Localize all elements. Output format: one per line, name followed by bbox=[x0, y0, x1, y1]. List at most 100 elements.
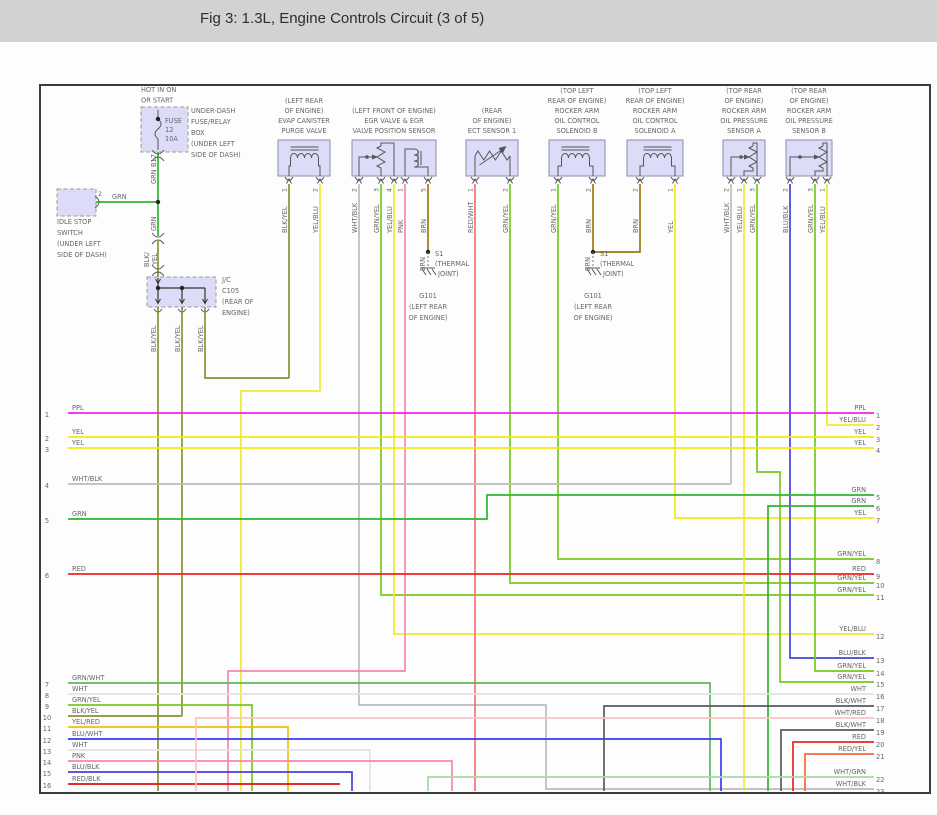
left-wire-label: YEL/RED bbox=[71, 718, 100, 726]
left-wire-number: 11 bbox=[43, 725, 51, 733]
pin-number: 3 bbox=[808, 188, 815, 192]
thermal-joint-label: (THERMAL bbox=[600, 260, 635, 268]
left-wire-label: WHT bbox=[72, 685, 88, 693]
left-wire-label: GRN/YEL bbox=[72, 696, 101, 704]
page: Fig 3: 1.3L, Engine Controls Circuit (3 … bbox=[0, 0, 937, 815]
oil-control-solenoid-a-label: (TOP LEFT bbox=[638, 87, 672, 95]
right-wire-label: WHT bbox=[850, 685, 866, 693]
left-wire-label: BLK/YEL bbox=[72, 707, 99, 715]
wire-color-label: RED/WHT bbox=[467, 200, 475, 233]
right-wire-number: 10 bbox=[876, 582, 884, 590]
right-wire-number: 11 bbox=[876, 594, 884, 602]
pin-number: 2 bbox=[313, 188, 320, 192]
pin-number: 2 bbox=[724, 188, 731, 192]
right-wire-label: YEL bbox=[853, 428, 866, 436]
idle-stop-switch-box bbox=[56, 188, 97, 217]
wire-blu-blk bbox=[68, 771, 353, 791]
oil-control-solenoid-a-label: OIL CONTROL bbox=[632, 117, 677, 125]
oil-pressure-sensor-b-label: ROCKER ARM bbox=[787, 107, 832, 115]
oil-control-solenoid-a-label: SOLENOID A bbox=[635, 127, 676, 135]
egr-valve-position-sensor-label: (LEFT FRONT OF ENGINE) bbox=[352, 107, 436, 115]
oil-pressure-sensor-a-label: OIL PRESSURE bbox=[720, 117, 768, 125]
diagram-border bbox=[39, 84, 931, 794]
pin-number: 1 bbox=[668, 188, 675, 192]
wire-grn-wht bbox=[68, 682, 711, 791]
oil-pressure-sensor-b-label: OIL PRESSURE bbox=[785, 117, 833, 125]
wire-wht-red bbox=[195, 717, 874, 791]
right-wire-label: GRN bbox=[851, 486, 866, 494]
left-wire-label: RED/BLK bbox=[72, 775, 101, 783]
left-wire-number: 13 bbox=[43, 748, 51, 756]
evap-canister-purge-valve-label: PURGE VALVE bbox=[282, 127, 327, 135]
oil-pressure-sensor-a-label: ROCKER ARM bbox=[722, 107, 767, 115]
pin-number: 1 bbox=[468, 188, 475, 192]
pin-number: 2 bbox=[352, 188, 359, 192]
right-wire-label: BLK/WHT bbox=[836, 697, 867, 705]
ground-wire-color-label: BRN bbox=[419, 257, 427, 271]
ground-id-label: G101 bbox=[584, 292, 602, 300]
oil-control-solenoid-b-label: ROCKER ARM bbox=[555, 107, 600, 115]
ect-sensor-1-label: OF ENGINE) bbox=[473, 117, 512, 125]
thermal-joint-label: JOINT) bbox=[602, 270, 624, 278]
ground-id-label: OF ENGINE) bbox=[409, 314, 448, 322]
left-wire-number: 6 bbox=[45, 572, 49, 580]
oil-control-solenoid-b-label: SOLENOID B bbox=[557, 127, 598, 135]
left-wire-number: 9 bbox=[45, 703, 49, 711]
right-wire-number: 13 bbox=[876, 657, 884, 665]
pin-number: 1 bbox=[737, 188, 744, 192]
left-wire-number: 7 bbox=[45, 681, 49, 689]
egr-valve-position-sensor-label: VALVE POSITION SENSOR bbox=[352, 127, 435, 135]
right-wire-label: GRN bbox=[851, 497, 866, 505]
left-wire-label: WHT/BLK bbox=[72, 475, 103, 483]
right-wire-number: 18 bbox=[876, 717, 884, 725]
evap-canister-purge-valve-label: OF ENGINE) bbox=[285, 107, 324, 115]
wire-grn-yel bbox=[509, 184, 874, 584]
wire-color-label: BRN bbox=[420, 219, 428, 233]
right-wire-label: RED bbox=[852, 733, 866, 741]
left-wire-number: 2 bbox=[45, 435, 49, 443]
oil-control-solenoid-a-label: ROCKER ARM bbox=[633, 107, 678, 115]
wire-brn bbox=[593, 184, 641, 253]
fuse-box-location-label: FUSE/RELAY bbox=[191, 118, 232, 126]
junction-c105-label: ENGINE) bbox=[222, 309, 250, 317]
left-wire-number: 8 bbox=[45, 692, 49, 700]
right-wire-number: 3 bbox=[876, 436, 880, 444]
wire-color-label: BLU/BLK bbox=[782, 205, 790, 233]
right-wire-number: 14 bbox=[876, 670, 884, 678]
pin-number: 2 bbox=[503, 188, 510, 192]
ground-id-label: (LEFT REAR bbox=[574, 303, 612, 311]
wire-color-label: GRN/YEL bbox=[550, 204, 558, 233]
left-wire-label: YEL bbox=[71, 439, 84, 447]
thermal-joint-label: S1 bbox=[600, 250, 608, 258]
right-wire-label: GRN/YEL bbox=[837, 550, 866, 558]
thermal-joint-label: S1 bbox=[435, 250, 443, 258]
pin-number: 1 bbox=[398, 188, 405, 192]
evap-canister-purge-valve-label: EVAP CANISTER bbox=[278, 117, 330, 125]
right-wire-number: 15 bbox=[876, 681, 884, 689]
wire-grn-yel bbox=[380, 184, 874, 596]
pin-number: 1 bbox=[551, 188, 558, 192]
pin-number: 2 bbox=[633, 188, 640, 192]
left-wire-number: 5 bbox=[45, 517, 49, 525]
oil-pressure-sensor-a-label: OF ENGINE) bbox=[725, 97, 764, 105]
egr-wiper-dot bbox=[365, 155, 369, 159]
wire-grn bbox=[68, 494, 874, 520]
right-wire-number: 12 bbox=[876, 633, 884, 641]
evap-canister-purge-valve-label: (LEFT REAR bbox=[285, 97, 323, 105]
wire-yel-blu bbox=[240, 184, 321, 791]
right-wire-number: 5 bbox=[876, 494, 880, 502]
idle-stop-switch-label: IDLE STOP bbox=[57, 218, 91, 226]
wire-color-label: YEL bbox=[151, 253, 159, 266]
pin-number: 2 bbox=[586, 188, 593, 192]
wire-color-label: BRN bbox=[632, 219, 640, 233]
right-wire-label: WHT/GRN bbox=[834, 768, 866, 776]
left-wire-label: YEL bbox=[71, 428, 84, 436]
junction-c105-label: (REAR OF bbox=[222, 298, 254, 306]
left-wire-label: WHT bbox=[72, 741, 88, 749]
right-wire-label: GRN/YEL bbox=[837, 673, 866, 681]
ground-wire-color-label: BRN bbox=[584, 257, 592, 271]
right-wire-number: 8 bbox=[876, 558, 880, 566]
idle-stop-switch-label: (UNDER LEFT bbox=[57, 240, 102, 248]
wire-color-label: B17 bbox=[150, 154, 158, 167]
wiper-dot bbox=[798, 155, 802, 159]
